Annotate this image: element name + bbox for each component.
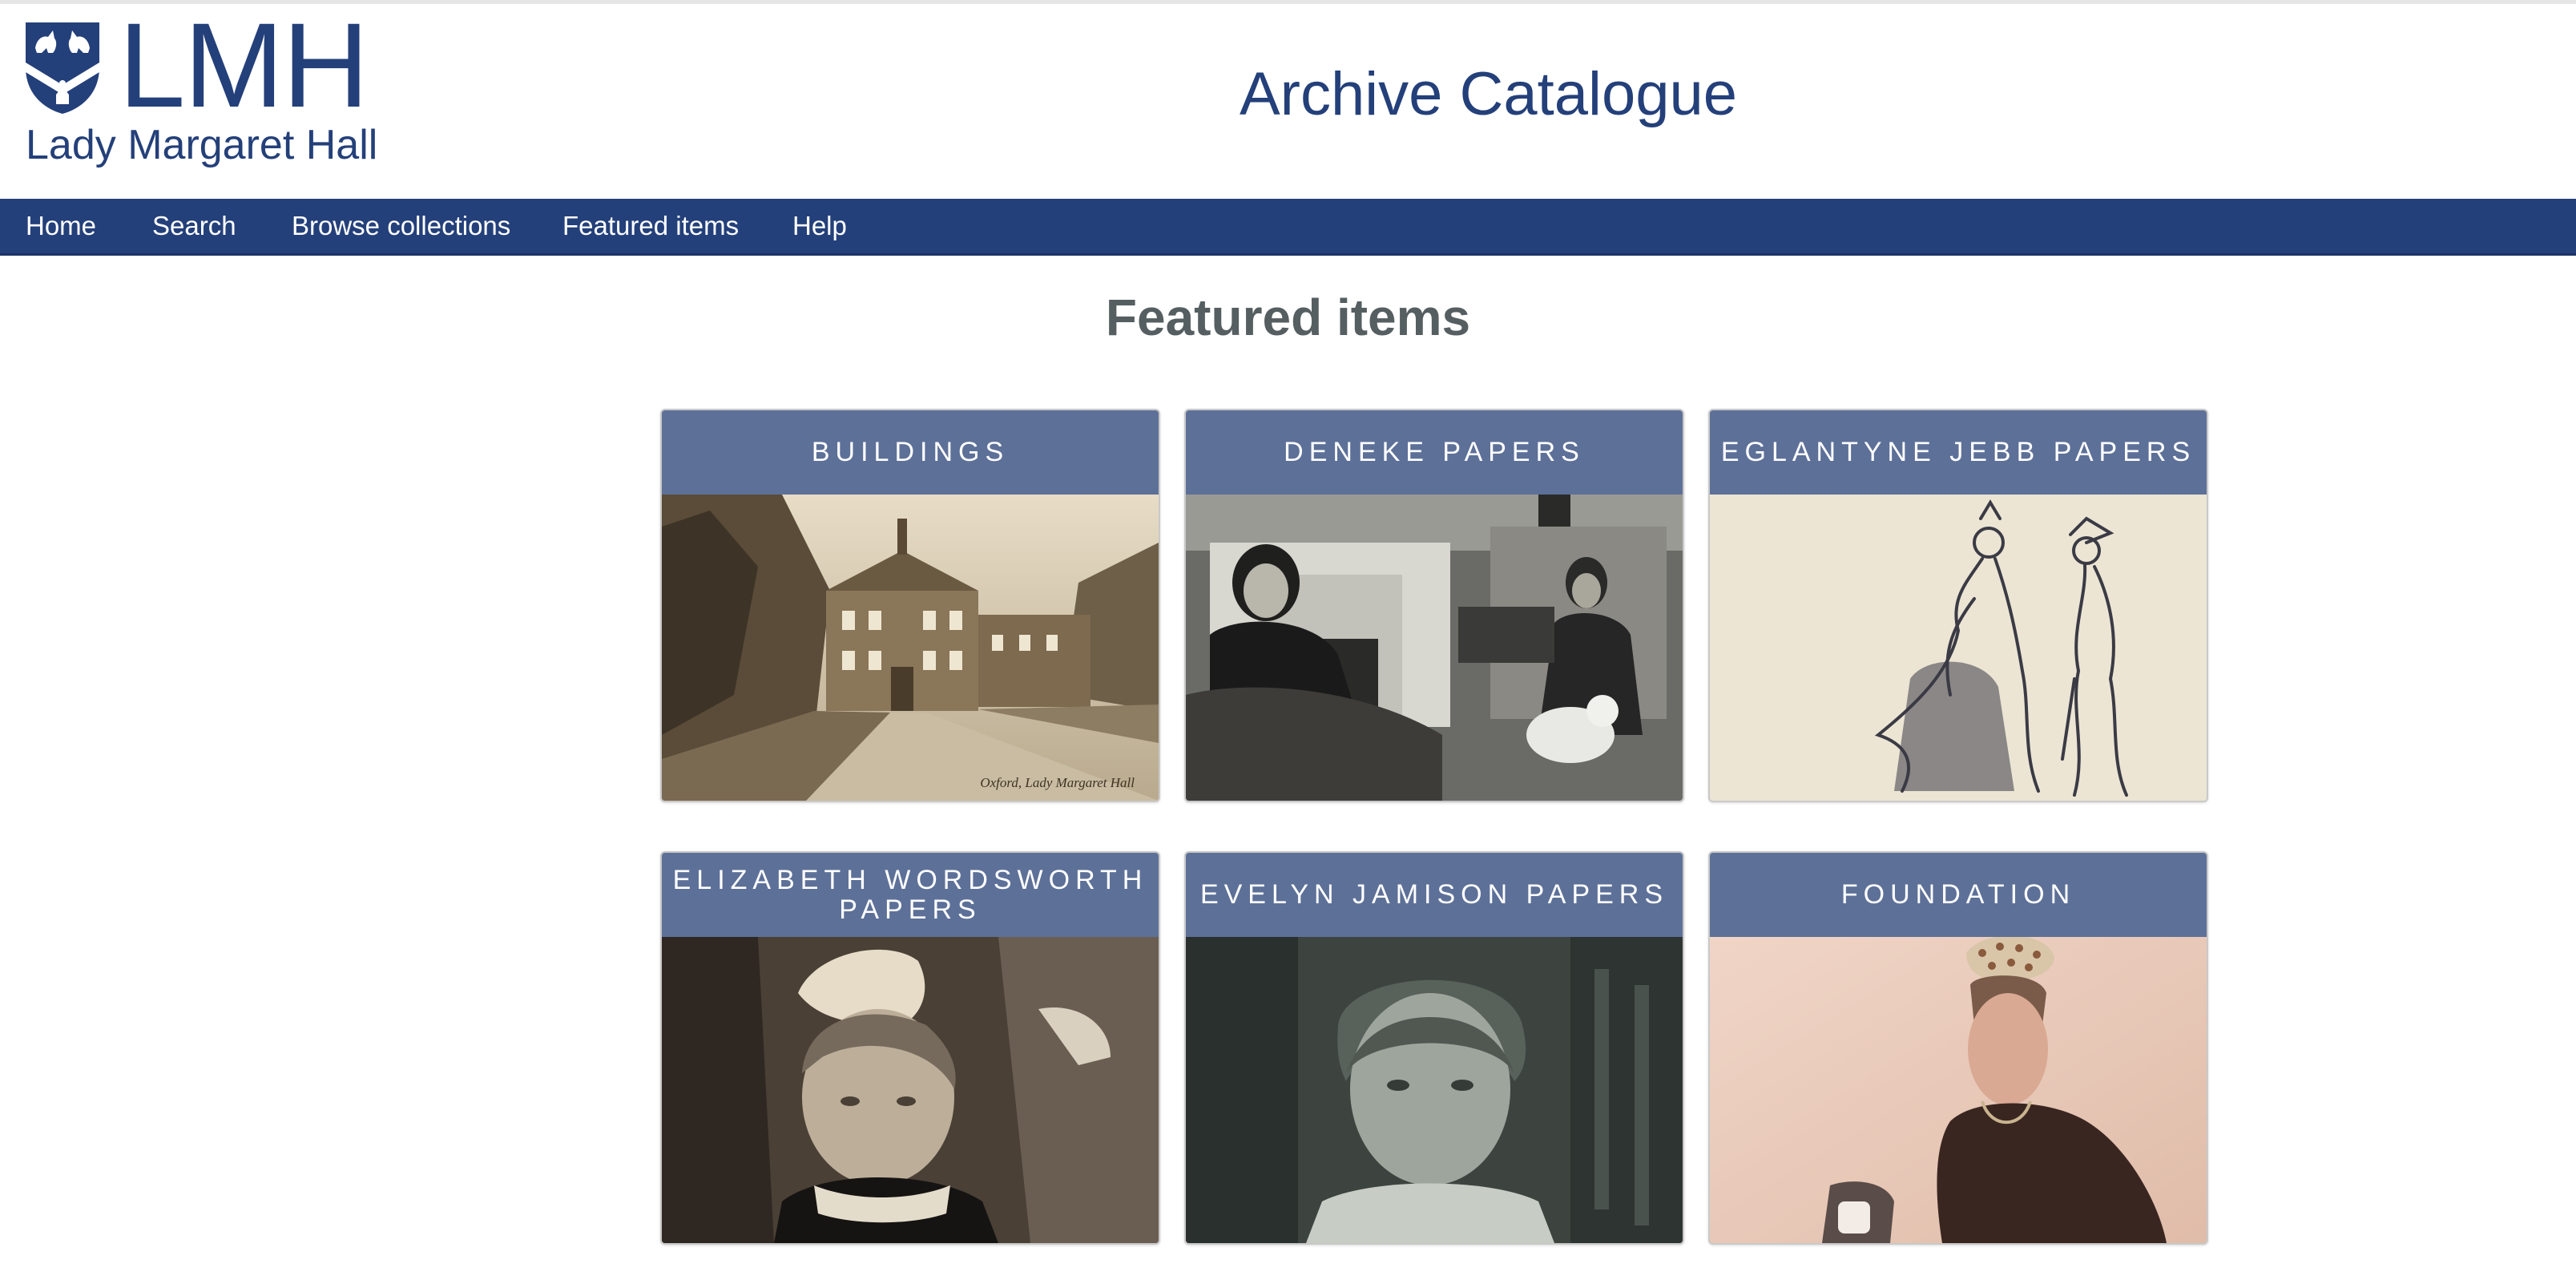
featured-card-buildings[interactable]: BUILDINGS Oxford, Lady Margaret Hall: [660, 409, 1160, 802]
card-header: EGLANTYNE JEBB PAPERS: [1710, 410, 2207, 495]
card-title: EVELYN JAMISON PAPERS: [1199, 879, 1669, 910]
card-header: FOUNDATION: [1710, 853, 2207, 937]
card-header: ELIZABETH WORDSWORTH PAPERS: [662, 853, 1159, 937]
top-border: [0, 0, 2576, 4]
card-title: BUILDINGS: [811, 437, 1010, 467]
featured-card-evelyn-jamison-papers[interactable]: EVELYN JAMISON PAPERS: [1184, 851, 1684, 1245]
page-heading: Featured items: [1105, 289, 1471, 346]
card-image-elizabeth-wordsworth-papers: [662, 937, 1159, 1243]
card-title: FOUNDATION: [1840, 879, 2076, 910]
nav-help[interactable]: Help: [792, 199, 847, 253]
card-title: DENEKE PAPERS: [1284, 437, 1585, 467]
nav-search[interactable]: Search: [152, 199, 236, 253]
nav-home[interactable]: Home: [26, 199, 96, 253]
featured-card-deneke-papers[interactable]: DENEKE PAPERS: [1184, 409, 1684, 802]
photo-caption: Oxford, Lady Margaret Hall: [980, 775, 1135, 790]
logo-full-name: Lady Margaret Hall: [26, 122, 378, 168]
card-header: EVELYN JAMISON PAPERS: [1186, 853, 1683, 937]
logo-abbreviation: LMH: [119, 0, 369, 132]
featured-card-elizabeth-wordsworth-papers[interactable]: ELIZABETH WORDSWORTH PAPERS: [660, 851, 1160, 1245]
featured-card-eglantyne-jebb-papers[interactable]: EGLANTYNE JEBB PAPERS: [1708, 409, 2208, 802]
main-nav: Home Search Browse collections Featured …: [0, 199, 2576, 256]
site-logo[interactable]: LMH Lady Margaret Hall: [24, 5, 377, 172]
card-image-deneke-papers: [1186, 495, 1683, 801]
card-header: DENEKE PAPERS: [1186, 410, 1683, 495]
card-image-eglantyne-jebb-papers: [1710, 495, 2207, 801]
nav-browse-collections[interactable]: Browse collections: [292, 199, 510, 253]
card-header: BUILDINGS: [662, 410, 1159, 495]
college-crest-icon: [26, 22, 99, 114]
nav-featured-items[interactable]: Featured items: [562, 199, 739, 253]
card-title: EGLANTYNE JEBB PAPERS: [1720, 437, 2196, 467]
card-image-foundation: [1710, 937, 2207, 1243]
site-title: Archive Catalogue: [1239, 60, 1738, 128]
featured-card-foundation[interactable]: FOUNDATION: [1708, 851, 2208, 1245]
card-image-buildings: Oxford, Lady Margaret Hall: [662, 495, 1159, 801]
card-image-evelyn-jamison-papers: [1186, 937, 1683, 1243]
card-title: ELIZABETH WORDSWORTH PAPERS: [672, 864, 1148, 925]
